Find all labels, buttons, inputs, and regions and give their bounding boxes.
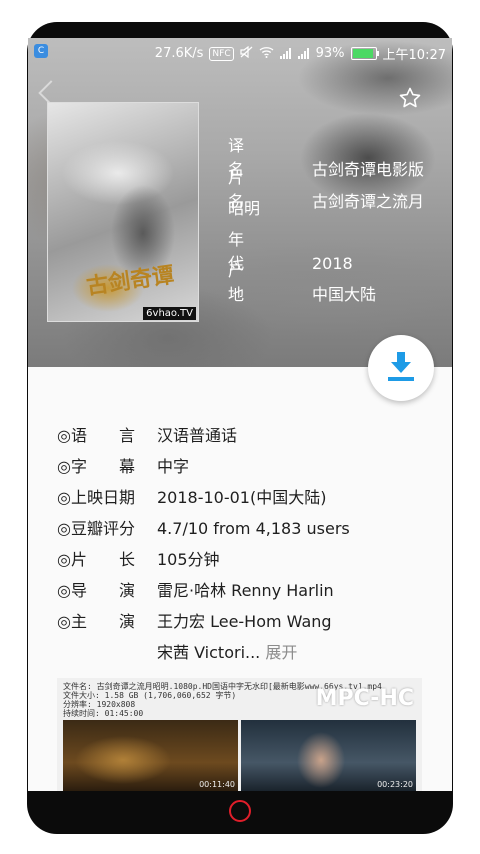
header-row-region: 产地 中国大陆 — [228, 261, 377, 304]
screenshot-frame-1: 00:11:40 — [63, 720, 238, 791]
poster-title-art: 古剑奇谭 — [85, 262, 176, 300]
screen: C 27.6K/s NFC 93% 上午10:27 古剑奇谭 6vhao.TV … — [28, 38, 452, 791]
info-row-douban-rating: ◎豆瓣评分 4.7/10 from 4,183 users — [57, 519, 350, 538]
info-row-subtitles: ◎字 幕中字 — [57, 457, 190, 476]
signal-icon-sim1 — [279, 48, 292, 59]
movie-poster[interactable]: 古剑奇谭 6vhao.TV — [47, 102, 199, 322]
poster-watermark: 6vhao.TV — [143, 307, 196, 320]
info-row-runtime: ◎片 长 105分钟 — [57, 550, 220, 569]
download-button[interactable] — [368, 335, 434, 401]
status-bar: C 27.6K/s NFC 93% 上午10:27 — [28, 38, 452, 66]
download-icon — [388, 352, 414, 381]
info-row-director: ◎导 演雷尼·哈林 Renny Harlin — [57, 581, 334, 600]
info-row-release-date: ◎上映日期 2018-10-01(中国大陆) — [57, 488, 327, 507]
info-row-cast: ◎主 演王力宏 Lee-Hom Wang — [57, 612, 332, 631]
expand-link[interactable]: 展开 — [265, 643, 297, 662]
screenshot-frame-2: 00:23:20 — [241, 720, 416, 791]
player-brand: MPC-HC — [315, 686, 414, 711]
battery-percent: 93% — [315, 46, 345, 61]
signal-icon-sim2 — [297, 48, 310, 59]
home-button-icon[interactable] — [229, 800, 251, 822]
video-screenshot[interactable]: 文件名: 古剑奇谭之流月昭明.1080p.HD国语中字无水印[最新电影www.6… — [57, 678, 422, 791]
app-notification-icon: C — [34, 44, 48, 58]
info-row-cast-more: 宋茜 Victori... 展开 — [157, 643, 298, 662]
mute-icon — [240, 45, 253, 62]
favorite-star-icon[interactable] — [398, 86, 422, 110]
info-row-language: ◎语 言汉语普通话 — [57, 426, 238, 445]
clock: 上午10:27 — [382, 48, 446, 63]
header-row-title-wrap: 昭明 — [228, 199, 261, 218]
battery-icon — [350, 47, 379, 60]
movie-info-list: ◎语 言汉语普通话 ◎字 幕中字 ◎上映日期 2018-10-01(中国大陆) ◎… — [57, 420, 350, 668]
nfc-icon: NFC — [209, 46, 234, 61]
network-speed: 27.6K/s — [154, 46, 204, 61]
wifi-icon — [259, 46, 274, 62]
